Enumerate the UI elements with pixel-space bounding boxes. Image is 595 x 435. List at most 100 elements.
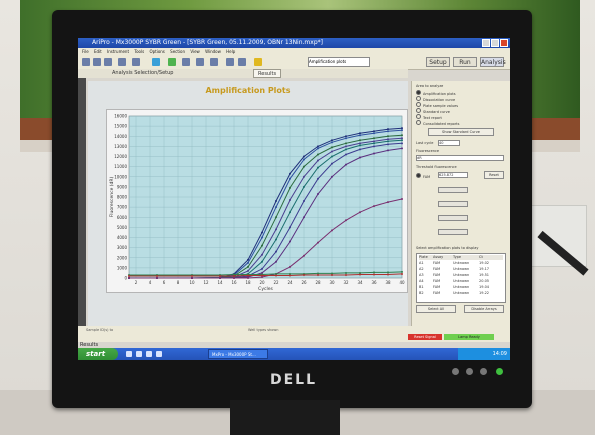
quicklaunch-icon[interactable] — [156, 351, 162, 357]
cell-plate: A1 — [419, 261, 424, 265]
data-point — [317, 273, 319, 276]
run-button[interactable]: Run — [453, 57, 477, 67]
data-point — [401, 134, 403, 137]
taskbar-item-mxpro[interactable]: MxPro - Mx3000P St... — [208, 349, 268, 359]
list-item[interactable]: A2 FAM Unknown 19.17 — [419, 267, 503, 272]
reset-button[interactable]: Reset — [484, 171, 504, 179]
list-item[interactable]: A1 FAM Unknown 19.02 — [419, 261, 503, 266]
left-panel-stripe — [78, 78, 86, 334]
menu-help[interactable]: Help — [226, 49, 235, 54]
run-icon[interactable] — [152, 58, 160, 66]
tab-results[interactable]: Results — [253, 69, 282, 78]
table-icon[interactable] — [210, 58, 218, 66]
help-icon[interactable] — [254, 58, 262, 66]
data-point — [219, 274, 221, 277]
cell-assay: FAM — [433, 285, 441, 289]
list-item[interactable]: B1 FAM Unknown 19.04 — [419, 285, 503, 290]
monitor-button[interactable] — [452, 368, 459, 375]
threshold-input-disabled — [438, 187, 468, 193]
quicklaunch-icon[interactable] — [126, 351, 132, 357]
start-button[interactable]: start — [78, 348, 118, 360]
minimize-icon[interactable] — [482, 39, 490, 47]
fluorescence-select[interactable]: dR — [416, 155, 504, 161]
open-folder-icon[interactable] — [93, 58, 101, 66]
fluorescence-label: Fluorescence — [416, 149, 440, 153]
last-cycle-input[interactable]: 40 — [438, 140, 460, 146]
data-point — [275, 200, 277, 203]
data-point — [401, 270, 403, 273]
cell-type: Unknown — [453, 267, 470, 271]
show-standard-curve-button[interactable]: Show Standard Curve — [428, 128, 494, 136]
menu-section[interactable]: Section — [170, 49, 185, 54]
well-list[interactable]: Plate Assay Type Ct A1 FAM Unknown 19.02 A2 F… — [416, 253, 506, 303]
menu-edit[interactable]: Edit — [94, 49, 102, 54]
data-point — [331, 229, 333, 232]
x-tick-label: 8 — [177, 280, 180, 285]
cell-assay: FAM — [433, 261, 441, 265]
list-item[interactable]: A3 FAM Unknown 19.51 — [419, 273, 503, 278]
amplification-chart[interactable]: 0 1000 2000 3000 4000 5000 6000 7000 8000 9000 100… — [107, 110, 407, 293]
select-all-button[interactable]: Select All — [416, 305, 456, 313]
threshold-dye[interactable]: FAM — [416, 173, 430, 179]
menu-options[interactable]: Options — [149, 49, 164, 54]
export-icon[interactable] — [132, 58, 140, 66]
menu-view[interactable]: View — [190, 49, 200, 54]
data-point — [289, 226, 291, 229]
data-point — [331, 273, 333, 276]
menu-instrument[interactable]: Instrument — [107, 49, 129, 54]
zoom-out-icon[interactable] — [238, 58, 246, 66]
option-consolidated[interactable]: Consolidated reports — [416, 120, 459, 126]
maximize-icon[interactable] — [491, 39, 499, 47]
monitor-button[interactable] — [466, 368, 473, 375]
quicklaunch-icon[interactable] — [146, 351, 152, 357]
x-tick-label: 18 — [245, 280, 251, 285]
cell-plate: B1 — [419, 285, 424, 289]
save-icon[interactable] — [104, 58, 112, 66]
disable-arrays-button[interactable]: Disable Arrays — [464, 305, 504, 313]
data-point — [317, 145, 319, 148]
data-point — [345, 219, 347, 222]
col-ct: Ct — [479, 255, 483, 259]
data-point — [303, 273, 305, 276]
power-led-button[interactable] — [496, 368, 503, 375]
status-badge-red: Reset Signal — [408, 334, 442, 340]
data-point — [261, 244, 263, 247]
data-point — [387, 273, 389, 276]
menu-tools[interactable]: Tools — [134, 49, 144, 54]
data-point — [345, 145, 347, 148]
y-tick-label: 3000 — [117, 245, 128, 250]
analysis-button[interactable]: Analysis — [480, 57, 506, 67]
cell-plate: A4 — [419, 279, 424, 283]
cell-plate: B2 — [419, 291, 424, 295]
quicklaunch-icon[interactable] — [136, 351, 142, 357]
cell-type: Unknown — [453, 291, 470, 295]
menu-window[interactable]: Window — [205, 49, 221, 54]
data-point — [289, 186, 291, 189]
menu-file[interactable]: File — [82, 49, 89, 54]
zoom-in-icon[interactable] — [226, 58, 234, 66]
refresh-icon[interactable] — [168, 58, 176, 66]
list-item[interactable]: A4 FAM Unknown 20.05 — [419, 279, 503, 284]
close-icon[interactable] — [500, 39, 508, 47]
setup-button[interactable]: Setup — [426, 57, 450, 67]
grid-icon[interactable] — [182, 58, 190, 66]
view-select[interactable]: Amplification plots — [308, 57, 370, 67]
data-point — [373, 137, 375, 140]
x-tick-label: 30 — [329, 280, 335, 285]
x-tick-label: 28 — [315, 280, 321, 285]
cell-ct: 19.17 — [479, 267, 490, 271]
data-point — [387, 149, 389, 152]
tab-analysis-selection[interactable]: Analysis Selection/Setup — [108, 69, 177, 78]
data-point — [261, 253, 263, 256]
data-point — [345, 163, 347, 166]
data-point — [331, 162, 333, 165]
data-point — [191, 277, 193, 279]
data-point — [401, 127, 403, 130]
data-point — [317, 147, 319, 150]
list-item[interactable]: B2 FAM Unknown 19.22 — [419, 291, 503, 296]
plot-icon[interactable] — [196, 58, 204, 66]
print-icon[interactable] — [118, 58, 126, 66]
monitor-button[interactable] — [480, 368, 487, 375]
new-file-icon[interactable] — [82, 58, 90, 66]
threshold-input[interactable]: 625.872 — [438, 172, 468, 178]
